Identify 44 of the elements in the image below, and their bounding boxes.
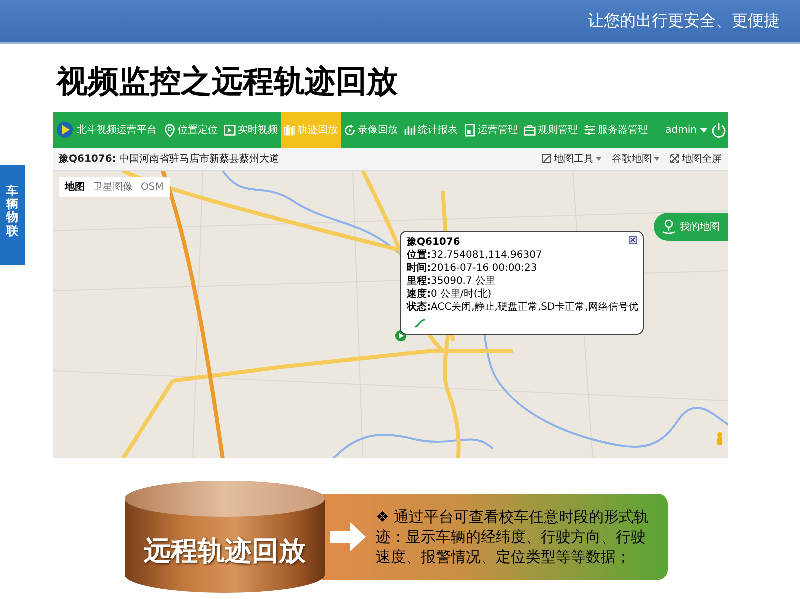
map-tool-button[interactable]: 地图工具 [542,152,602,166]
nav-tab[interactable]: 位置定位 [161,112,221,148]
user-menu[interactable]: admin [662,112,712,148]
popup-row-text: 速度:0 公里/时(北) [407,288,493,301]
app-name: 北斗视频运营平台 [77,124,157,137]
location-pin-icon [164,122,176,138]
map-type-tab[interactable]: 卫星图像 [93,180,133,194]
person-pin-icon [662,219,676,235]
popup-title: 豫Q61076 [407,236,460,249]
play-screen-icon [224,122,236,138]
nav-tab[interactable]: 录像回放 [341,112,401,148]
nav-tab[interactable]: 轨迹回放 [281,112,341,148]
nav-tab[interactable]: 服务器管理 [581,112,651,148]
wave-icon [284,122,296,138]
cylinder-label: 远程轨迹回放 [144,535,306,569]
briefcase-icon [524,122,536,138]
right-arrow-icon [330,522,366,552]
map-tool-button[interactable]: 地图全屏 [670,152,722,166]
vehicle-address: 豫Q61076: 中国河南省驻马店市新蔡县蔡州大道 [59,152,280,166]
popup-row-text: 时间:2016-07-16 00:00:23 [407,262,538,275]
my-map-button[interactable]: 我的地图 [654,213,728,241]
ruler-icon [542,154,552,164]
popup-row-text: 位置:32.754081,114.96307 [407,249,544,262]
popup-row: 状态:ACC关闭,静止,硬盘正常,SD卡正常,网络信号优 [407,301,637,314]
nav-tab[interactable]: 实时视频 [221,112,281,148]
expand-icon [670,154,680,164]
nav-tab[interactable]: 运营管理 [461,112,521,148]
logo-icon [56,121,74,139]
description-text: ❖ 通过平台可查看校车任意时段的形式轨迹：显示车辆的经纬度、行驶方向、行驶速度、报警情况、定位类型等等数据； [376,507,650,567]
tagline: 让您的出行更安全、更便捷 [588,10,780,32]
nav-tab[interactable]: 统计报表 [401,112,461,148]
heading-curve-icon [413,318,427,328]
sliders-icon [584,122,596,138]
close-icon[interactable] [629,236,637,244]
slide-title: 视频监控之远程轨迹回放 [57,63,399,102]
map-tool-button[interactable]: 谷歌地图 [612,152,660,166]
document-icon [464,122,476,138]
caret-icon [700,128,708,132]
popup-row-text: 里程:35090.7 公里 [407,275,497,288]
power-icon[interactable] [712,122,726,138]
replay-icon [344,122,356,138]
map-type-tab[interactable]: 地图 [65,180,85,194]
map-type-tab[interactable]: OSM [141,180,164,194]
nav-tab[interactable]: 规则管理 [521,112,581,148]
